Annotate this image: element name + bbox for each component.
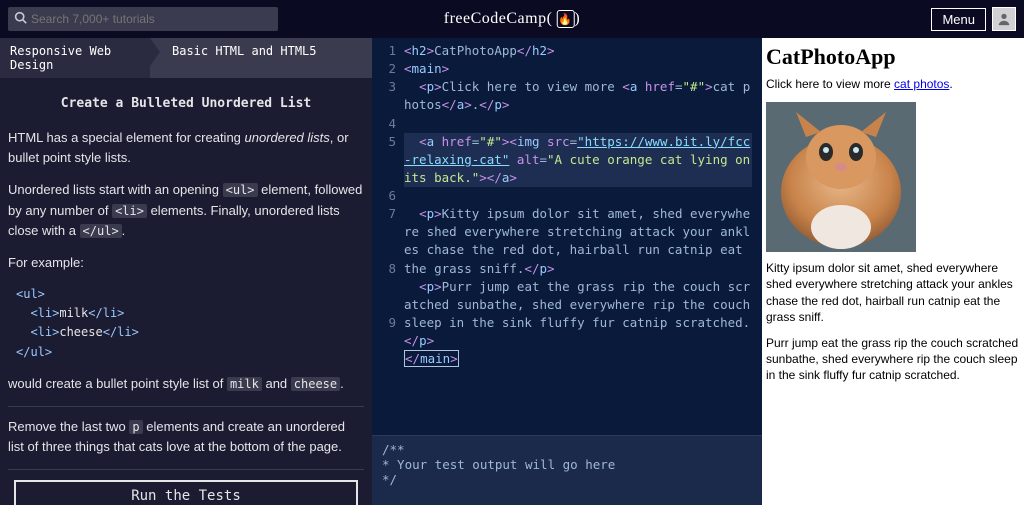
divider	[8, 406, 364, 407]
preview-p1: Kitty ipsum dolor sit amet, shed everywh…	[766, 260, 1020, 325]
brand-paren-close: )	[574, 10, 580, 28]
brand-text: freeCodeCamp	[444, 10, 547, 28]
brand-paren: (	[547, 10, 553, 28]
search-icon	[14, 11, 27, 27]
search-box[interactable]	[8, 7, 278, 31]
run-tests-button[interactable]: Run the Tests	[14, 480, 358, 505]
divider	[8, 469, 364, 470]
test-output: /** * Your test output will go here */	[372, 435, 762, 505]
instructions-panel: Responsive Web Design Basic HTML and HTM…	[0, 38, 372, 505]
fire-icon: 🔥	[556, 10, 574, 28]
breadcrumb: Responsive Web Design Basic HTML and HTM…	[0, 38, 372, 78]
line-gutter: 123 45 67 8 9	[372, 42, 404, 435]
brand-logo[interactable]: freeCodeCamp ( 🔥 )	[444, 10, 581, 28]
challenge-title: Create a Bulleted Unordered List	[8, 94, 364, 114]
preview-link-line: Click here to view more cat photos.	[766, 76, 1020, 92]
editor-panel: 123 45 67 8 9 <h2>CatPhotoApp</h2> <main…	[372, 38, 762, 505]
desc-p2: Unordered lists start with an opening <u…	[8, 180, 364, 240]
instructions-text: Remove the last two p elements and creat…	[8, 417, 364, 457]
desc-p4: would create a bullet point style list o…	[8, 374, 364, 394]
desc-p1: HTML has a special element for creating …	[8, 128, 364, 168]
menu-button[interactable]: Menu	[931, 8, 986, 31]
breadcrumb-superblock[interactable]: Responsive Web Design	[0, 38, 150, 78]
cat-photos-link[interactable]: cat photos	[894, 77, 949, 91]
top-nav: freeCodeCamp ( 🔥 ) Menu	[0, 0, 1024, 38]
avatar[interactable]	[992, 7, 1016, 31]
code-editor[interactable]: 123 45 67 8 9 <h2>CatPhotoApp</h2> <main…	[372, 38, 762, 435]
search-input[interactable]	[31, 12, 272, 26]
desc-p3: For example:	[8, 253, 364, 273]
example-code: <ul> <li>milk</li> <li>cheese</li> </ul>	[16, 285, 364, 362]
preview-panel: CatPhotoApp Click here to view more cat …	[762, 38, 1024, 505]
code-content[interactable]: <h2>CatPhotoApp</h2> <main> <p>Click her…	[404, 42, 762, 435]
cat-image[interactable]	[766, 102, 916, 252]
breadcrumb-block[interactable]: Basic HTML and HTML5	[150, 38, 372, 78]
preview-p2: Purr jump eat the grass rip the couch sc…	[766, 335, 1020, 384]
preview-heading: CatPhotoApp	[766, 44, 1020, 70]
